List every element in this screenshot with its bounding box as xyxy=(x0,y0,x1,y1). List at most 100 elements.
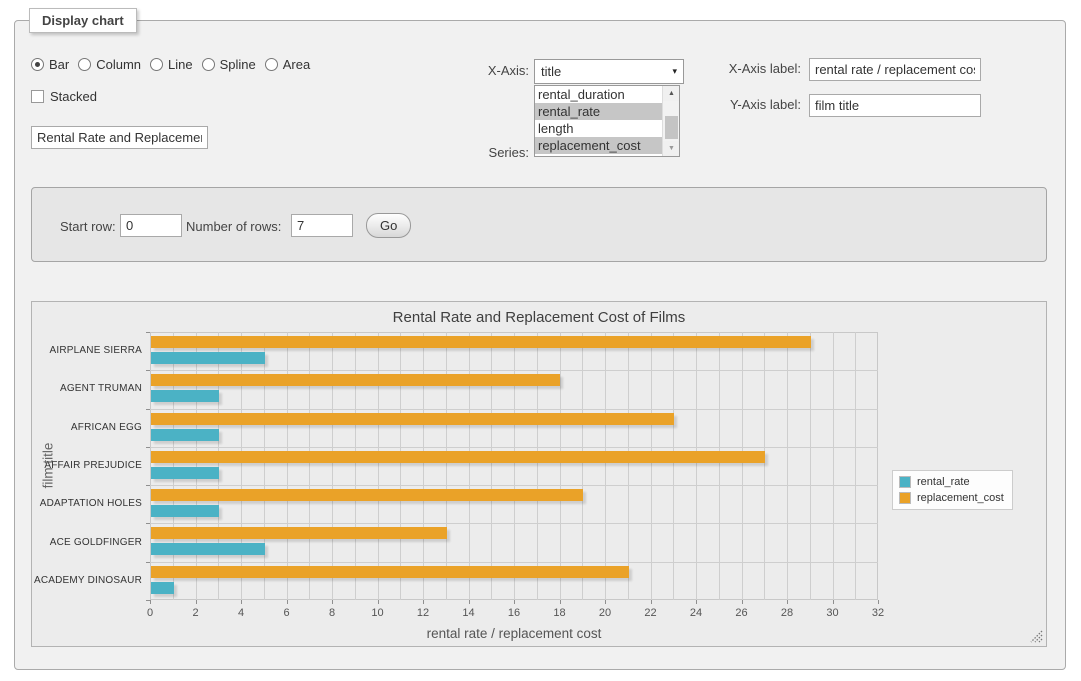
x-tick-label: 18 xyxy=(547,607,573,619)
chart-type-label: Line xyxy=(168,57,193,72)
fieldset-legend: Display chart xyxy=(29,8,137,33)
number-of-rows-input[interactable] xyxy=(291,214,353,237)
bar-rental_rate xyxy=(151,390,219,402)
series-option-rental_rate[interactable]: rental_rate xyxy=(535,103,664,120)
bar-replacement_cost xyxy=(151,489,583,501)
chart-type-radio-line[interactable]: Line xyxy=(150,57,193,72)
y-tick-mark xyxy=(146,485,150,486)
legend-swatch xyxy=(899,492,911,504)
series-option-rental_duration[interactable]: rental_duration xyxy=(535,86,664,103)
gridline-vertical xyxy=(764,332,765,600)
gridline-vertical xyxy=(469,332,470,600)
chart-container: Rental Rate and Replacement Cost of Film… xyxy=(31,301,1047,647)
x-axis-label: X-Axis: xyxy=(435,63,529,78)
gridline-vertical xyxy=(833,332,834,600)
x-tick-mark xyxy=(196,600,197,604)
gridline-horizontal xyxy=(150,523,878,524)
category-label: AGENT TRUMAN xyxy=(32,383,142,394)
series-label: Series: xyxy=(435,145,529,160)
radio-icon[interactable] xyxy=(31,58,44,71)
bar-replacement_cost xyxy=(151,527,447,539)
series-multiselect[interactable]: rental_durationrental_ratelengthreplacem… xyxy=(534,85,680,157)
gridline-vertical xyxy=(582,332,583,600)
legend-entry-rental_rate: rental_rate xyxy=(899,476,1004,488)
chart-title: Rental Rate and Replacement Cost of Film… xyxy=(32,309,1046,326)
go-button[interactable]: Go xyxy=(366,213,411,238)
x-tick-label: 32 xyxy=(865,607,891,619)
chart-type-radio-bar[interactable]: Bar xyxy=(31,57,69,72)
x-tick-mark xyxy=(514,600,515,604)
x-tick-mark xyxy=(833,600,834,604)
gridline-vertical xyxy=(628,332,629,600)
gridline-vertical xyxy=(810,332,811,600)
gridline-vertical xyxy=(696,332,697,600)
x-tick-label: 0 xyxy=(137,607,163,619)
bar-rental_rate xyxy=(151,505,219,517)
bar-rental_rate xyxy=(151,352,265,364)
gridline-vertical xyxy=(514,332,515,600)
x-tick-mark xyxy=(560,600,561,604)
y-tick-mark xyxy=(146,409,150,410)
page: Display chart Bar Column Line Spline Area St… xyxy=(0,0,1081,681)
x-tick-label: 4 xyxy=(228,607,254,619)
radio-icon[interactable] xyxy=(78,58,91,71)
chart-type-radio-column[interactable]: Column xyxy=(78,57,141,72)
category-label: ACE GOLDFINGER xyxy=(32,537,142,548)
chart-type-radio-area[interactable]: Area xyxy=(265,57,310,72)
gridline-vertical xyxy=(855,332,856,600)
x-tick-mark xyxy=(287,600,288,604)
scroll-down-icon[interactable]: ▼ xyxy=(663,141,680,156)
x-tick-mark xyxy=(742,600,743,604)
bar-rental_rate xyxy=(151,429,219,441)
stacked-checkbox[interactable] xyxy=(31,90,44,103)
bar-replacement_cost xyxy=(151,566,629,578)
x-tick-label: 12 xyxy=(410,607,436,619)
y-tick-mark xyxy=(146,447,150,448)
y-axis-label-input[interactable] xyxy=(809,94,981,117)
start-row-input[interactable] xyxy=(120,214,182,237)
number-of-rows-label: Number of rows: xyxy=(186,219,281,234)
gridline-vertical xyxy=(605,332,606,600)
gridline-horizontal xyxy=(150,370,878,371)
chart-type-label: Column xyxy=(96,57,141,72)
series-option-replacement_cost[interactable]: replacement_cost xyxy=(535,137,664,154)
x-tick-mark xyxy=(241,600,242,604)
scroll-thumb[interactable] xyxy=(665,116,678,139)
gridline-vertical xyxy=(787,332,788,600)
chart-type-label: Area xyxy=(283,57,310,72)
category-label: ACADEMY DINOSAUR xyxy=(32,575,142,586)
radio-icon[interactable] xyxy=(202,58,215,71)
x-tick-label: 24 xyxy=(683,607,709,619)
x-tick-mark xyxy=(423,600,424,604)
radio-icon[interactable] xyxy=(265,58,278,71)
stacked-option[interactable]: Stacked xyxy=(31,89,97,104)
series-option-length[interactable]: length xyxy=(535,120,664,137)
chart-title-input[interactable] xyxy=(31,126,208,149)
x-axis-selected-value: title xyxy=(541,64,672,79)
gridline-vertical xyxy=(446,332,447,600)
gridline-horizontal xyxy=(150,409,878,410)
gridline-vertical xyxy=(400,332,401,600)
bar-replacement_cost xyxy=(151,374,560,386)
category-label: AFRICAN EGG xyxy=(32,422,142,433)
gridline-vertical xyxy=(309,332,310,600)
chart-type-options: Bar Column Line Spline Area xyxy=(31,57,310,72)
x-axis-select[interactable]: title ▾ xyxy=(534,59,684,84)
x-tick-label: 28 xyxy=(774,607,800,619)
gridline-vertical xyxy=(719,332,720,600)
radio-icon[interactable] xyxy=(150,58,163,71)
x-tick-mark xyxy=(787,600,788,604)
x-tick-label: 2 xyxy=(183,607,209,619)
start-row-label: Start row: xyxy=(60,219,116,234)
legend-swatch xyxy=(899,476,911,488)
legend-label: replacement_cost xyxy=(917,492,1004,504)
legend-entry-replacement_cost: replacement_cost xyxy=(899,492,1004,504)
resize-handle-icon[interactable] xyxy=(1030,630,1043,643)
gridline-vertical xyxy=(423,332,424,600)
x-tick-label: 8 xyxy=(319,607,345,619)
gridline-vertical xyxy=(332,332,333,600)
gridline-horizontal xyxy=(150,485,878,486)
x-axis-label-input[interactable] xyxy=(809,58,981,81)
chart-type-radio-spline[interactable]: Spline xyxy=(202,57,256,72)
bar-replacement_cost xyxy=(151,451,765,463)
